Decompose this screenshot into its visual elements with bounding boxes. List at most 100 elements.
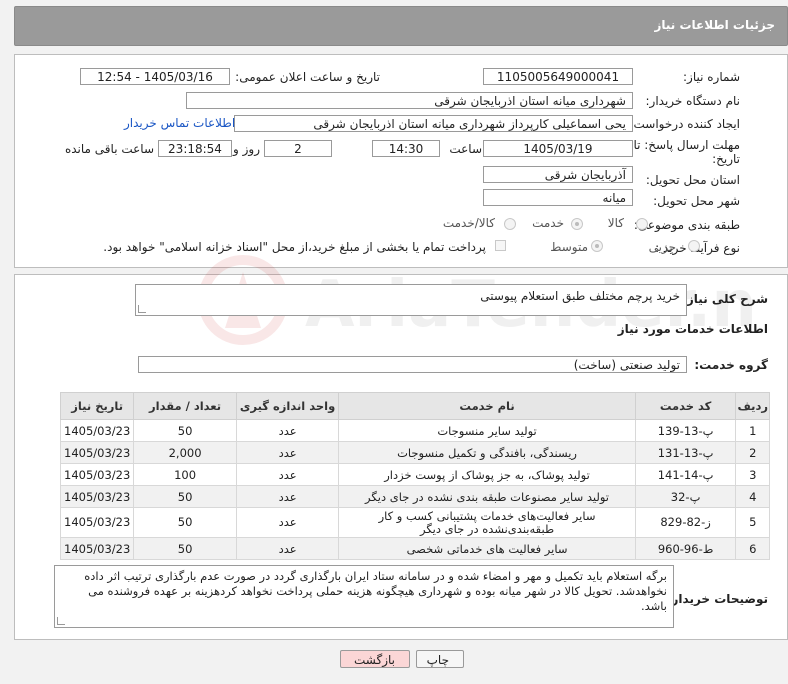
summary-text: خرید پرچم مختلف طبق استعلام پیوستی xyxy=(480,289,680,303)
process-option-minor: جزیی xyxy=(648,240,676,254)
table-row: 3 پ-14-141 تولید پوشاک، به جز پوشاک از پ… xyxy=(59,463,770,486)
page-title: جزئیات اطلاعات نیاز xyxy=(654,18,775,32)
cell-quantity: 50 xyxy=(133,485,237,508)
resize-grip[interactable] xyxy=(57,617,65,625)
category-radio-goods[interactable] xyxy=(636,218,648,230)
cell-name: تولید سایر منسوجات xyxy=(338,419,636,442)
city-field: میانه xyxy=(483,189,633,206)
category-option-service: خدمت xyxy=(532,216,564,230)
cell-row: 4 xyxy=(735,485,770,508)
col-code: کد خدمت xyxy=(634,392,737,420)
process-radio-minor[interactable] xyxy=(688,240,700,252)
remaining-label: ساعت باقی مانده xyxy=(64,142,154,156)
print-button[interactable]: چاپ xyxy=(416,650,464,668)
days-label: روز و xyxy=(233,142,260,156)
cell-quantity: 100 xyxy=(133,463,237,486)
city-label: شهر محل تحویل: xyxy=(653,194,740,208)
table-row: 4 پ-32 تولید سایر مصنوعات طبقه بندی نشده… xyxy=(59,485,770,508)
col-quantity: تعداد / مقدار xyxy=(133,392,237,420)
province-field: آذربایجان شرقی xyxy=(483,166,633,183)
table-row: 1 پ-13-139 تولید سایر منسوجات عدد 50 140… xyxy=(59,419,770,442)
cell-unit: عدد xyxy=(235,537,340,560)
back-button[interactable]: بازگشت xyxy=(340,650,410,668)
cell-date: 1405/03/23 xyxy=(59,507,135,538)
table-row: 5 ز-82-829 سایر فعالیت‌های خدمات پشتیبان… xyxy=(59,507,770,538)
cell-row: 6 xyxy=(735,537,770,560)
treasury-payment-note: پرداخت تمام یا بخشی از مبلغ خرید،از محل … xyxy=(103,240,486,254)
deadline-label-line2: تاریخ: xyxy=(712,152,740,166)
creator-field: یحی اسماعیلی کارپرداز شهرداری میانه استا… xyxy=(234,115,633,132)
cell-code: ز-82-829 xyxy=(634,507,737,538)
cell-row: 2 xyxy=(735,441,770,464)
cell-name: سایر فعالیت‌های خدمات پشتیبانی کسب و کار… xyxy=(338,507,636,538)
cell-quantity: 50 xyxy=(133,507,237,538)
deadline-date-field: 1405/03/19 xyxy=(483,140,633,157)
creator-label: ایجاد کننده درخواست: xyxy=(629,117,740,131)
cell-unit: عدد xyxy=(235,463,340,486)
cell-code: پ-14-141 xyxy=(634,463,737,486)
announce-label: تاریخ و ساعت اعلان عمومی: xyxy=(235,70,380,84)
table-header-row: ردیف کد خدمت نام خدمت واحد اندازه گیری ت… xyxy=(59,392,770,420)
cell-name: تولید سایر مصنوعات طبقه بندی نشده در جای… xyxy=(338,485,636,508)
cell-row: 1 xyxy=(735,419,770,442)
cell-quantity: 50 xyxy=(133,419,237,442)
cell-name: سایر فعالیت های خدماتی شخصی xyxy=(338,537,636,560)
category-radio-goods-service[interactable] xyxy=(504,218,516,230)
cell-code: پ-13-139 xyxy=(634,419,737,442)
deadline-time-label: ساعت xyxy=(449,142,482,156)
cell-code: پ-13-131 xyxy=(634,441,737,464)
cell-date: 1405/03/23 xyxy=(59,419,135,442)
treasury-payment-checkbox[interactable] xyxy=(495,240,506,251)
col-name: نام خدمت xyxy=(338,392,636,420)
process-radio-medium[interactable] xyxy=(591,240,603,252)
services-table: ردیف کد خدمت نام خدمت واحد اندازه گیری ت… xyxy=(59,392,770,560)
header-bar: جزئیات اطلاعات نیاز xyxy=(14,6,788,46)
cell-unit: عدد xyxy=(235,441,340,464)
summary-textarea: خرید پرچم مختلف طبق استعلام پیوستی xyxy=(135,284,687,316)
cell-unit: عدد xyxy=(235,507,340,538)
cell-date: 1405/03/23 xyxy=(59,463,135,486)
cell-code: ط-96-960 xyxy=(634,537,737,560)
days-remaining-field: 2 xyxy=(264,140,332,157)
cell-unit: عدد xyxy=(235,419,340,442)
buyer-org-field: شهرداری میانه استان اذربایجان شرقی xyxy=(186,92,633,109)
need-number-field: 1105005649000041 xyxy=(483,68,633,85)
category-radio-service[interactable] xyxy=(571,218,583,230)
table-row: 2 پ-13-131 ریسندگی، بافندگی و تکمیل منسو… xyxy=(59,441,770,464)
announce-datetime-field: 1405/03/16 - 12:54 xyxy=(80,68,230,85)
cell-quantity: 50 xyxy=(133,537,237,560)
cell-row: 5 xyxy=(735,507,770,538)
province-label: استان محل تحویل: xyxy=(645,173,740,187)
details-panel xyxy=(14,54,788,268)
category-option-goods: کالا xyxy=(607,216,624,230)
buyer-org-label: نام دستگاه خریدار: xyxy=(645,94,741,108)
need-number-label: شماره نیاز: xyxy=(683,70,740,84)
table-row: 6 ط-96-960 سایر فعالیت های خدماتی شخصی ع… xyxy=(59,537,770,560)
process-option-medium: متوسط xyxy=(550,240,588,254)
category-label: طبقه بندی موضوعی: xyxy=(633,218,740,232)
cell-date: 1405/03/23 xyxy=(59,485,135,508)
cell-unit: عدد xyxy=(235,485,340,508)
summary-label: شرح کلی نیاز: xyxy=(682,292,768,306)
cell-date: 1405/03/23 xyxy=(59,537,135,560)
services-section-title: اطلاعات خدمات مورد نیاز xyxy=(617,322,768,336)
buyer-contact-link[interactable]: اطلاعات تماس خریدار xyxy=(124,116,235,130)
resize-grip[interactable] xyxy=(138,305,146,313)
cell-name: تولید پوشاک، به جز پوشاک از پوست خزدار xyxy=(338,463,636,486)
col-date: تاریخ نیاز xyxy=(59,392,135,420)
buyer-notes-text: برگه استعلام باید تکمیل و مهر و امضاء شد… xyxy=(84,569,667,613)
cell-date: 1405/03/23 xyxy=(59,441,135,464)
col-unit: واحد اندازه گیری xyxy=(235,392,340,420)
buyer-notes-textarea: برگه استعلام باید تکمیل و مهر و امضاء شد… xyxy=(54,565,674,628)
service-group-label: گروه خدمت: xyxy=(694,358,768,372)
category-option-goods-service: کالا/خدمت xyxy=(442,216,495,230)
col-row: ردیف xyxy=(735,392,770,420)
remaining-time-field: 23:18:54 xyxy=(158,140,232,157)
deadline-label-line1: مهلت ارسال پاسخ: تا xyxy=(633,138,740,152)
buyer-notes-label: توضیحات خریدار: xyxy=(666,592,768,606)
deadline-time-field: 14:30 xyxy=(372,140,440,157)
service-group-field: تولید صنعتی (ساخت) xyxy=(138,356,687,373)
cell-name: ریسندگی، بافندگی و تکمیل منسوجات xyxy=(338,441,636,464)
cell-quantity: 2,000 xyxy=(133,441,237,464)
cell-code: پ-32 xyxy=(634,485,737,508)
